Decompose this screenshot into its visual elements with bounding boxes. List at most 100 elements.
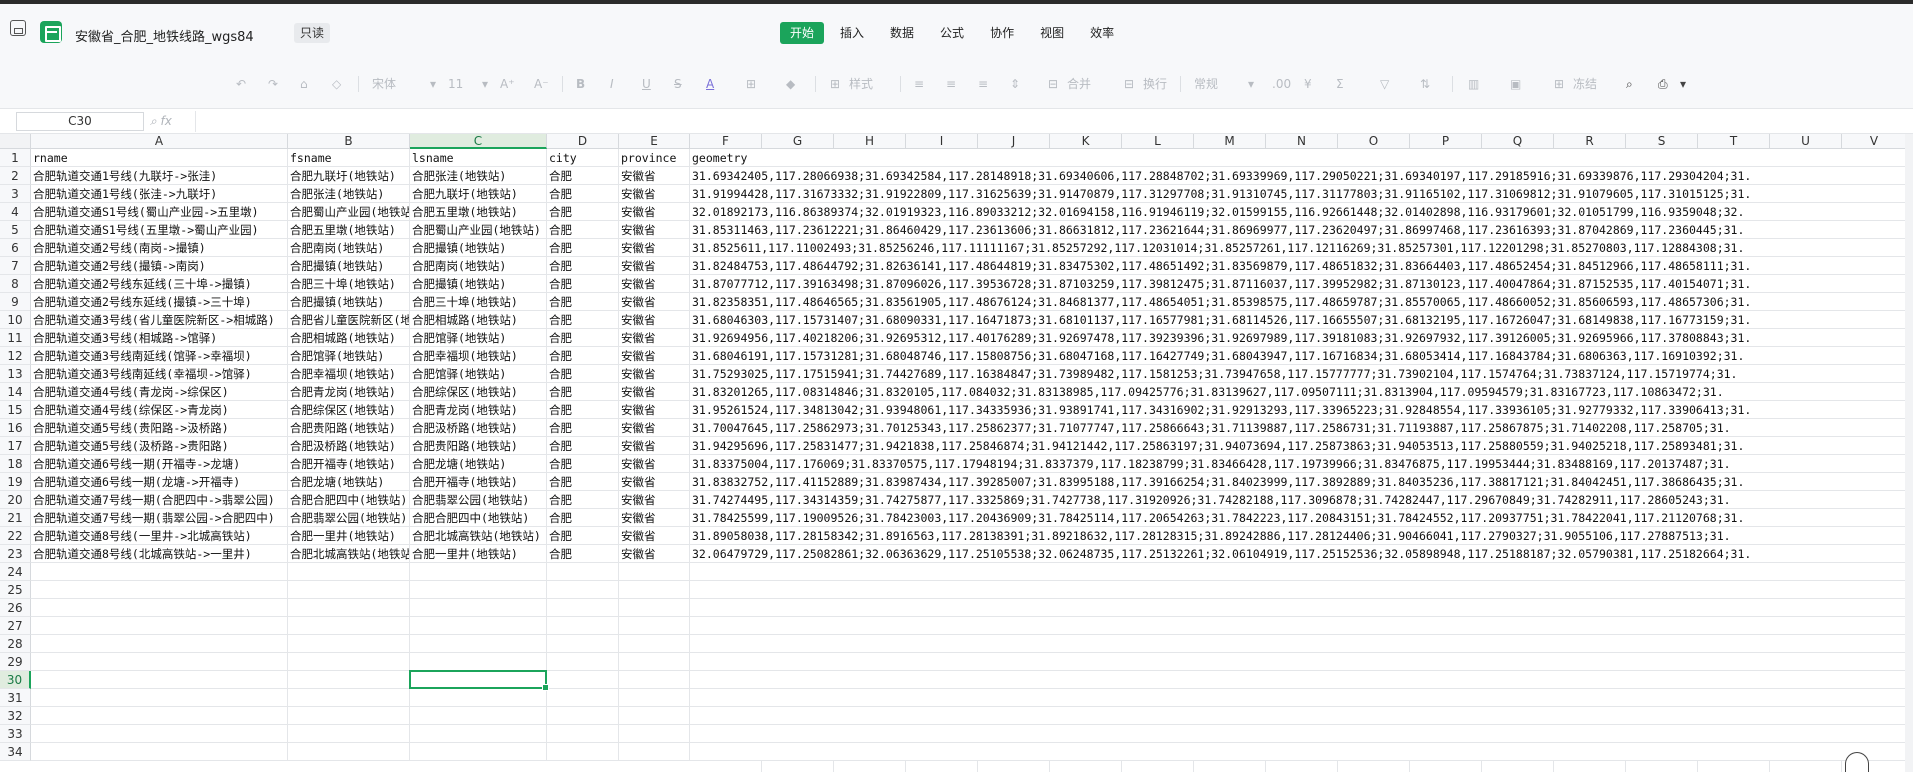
cell[interactable] — [410, 617, 547, 635]
cell[interactable] — [410, 563, 547, 581]
search-icon[interactable]: ⌕ — [1626, 73, 1633, 95]
styles-icon[interactable]: ⊞ — [830, 73, 840, 95]
cell[interactable]: 合肥 — [547, 509, 619, 527]
cell[interactable]: 合肥 — [547, 545, 619, 563]
cell[interactable]: 安徽省 — [619, 329, 690, 347]
cell[interactable] — [619, 707, 690, 725]
cell[interactable]: 安徽省 — [619, 527, 690, 545]
row-header[interactable]: 21 — [0, 509, 31, 527]
cell[interactable]: 合肥相城路(地铁站) — [288, 329, 410, 347]
cell[interactable]: 安徽省 — [619, 203, 690, 221]
cell[interactable] — [31, 599, 288, 617]
cell[interactable]: 合肥综保区(地铁站) — [288, 401, 410, 419]
cell[interactable]: 合肥龙塘(地铁站) — [288, 473, 410, 491]
cell-geometry[interactable] — [690, 671, 1905, 689]
cell[interactable]: 合肥轨道交通8号线(北城高铁站->一里井) — [31, 545, 288, 563]
row-header[interactable]: 3 — [0, 185, 31, 203]
cell-geometry[interactable] — [690, 635, 1905, 653]
cell[interactable]: 合肥轨道交通2号线(南岗->撮镇) — [31, 239, 288, 257]
tab-3[interactable]: 公式 — [930, 22, 974, 44]
column-header-M[interactable]: M — [1194, 134, 1266, 149]
row-header[interactable]: 26 — [0, 599, 31, 617]
cell[interactable] — [288, 617, 410, 635]
tab-6[interactable]: 效率 — [1080, 22, 1124, 44]
cell[interactable]: 合肥轨道交通2号线东延线(撮镇->三十埠) — [31, 293, 288, 311]
cell[interactable]: 合肥轨道交通1号线(九联圩->张洼) — [31, 167, 288, 185]
merge-button[interactable]: 合并 — [1067, 73, 1091, 95]
row-header[interactable]: 15 — [0, 401, 31, 419]
cell[interactable]: 安徽省 — [619, 239, 690, 257]
cell-geometry[interactable]: 32.01892173,116.86389374;32.01919323,116… — [690, 203, 1905, 221]
row-header[interactable]: 2 — [0, 167, 31, 185]
cell-geometry[interactable]: 31.94295696,117.25831477;31.9421838,117.… — [690, 437, 1905, 455]
cell-geometry[interactable]: 31.83201265,117.08314846;31.8320105,117.… — [690, 383, 1905, 401]
cell[interactable]: 合肥撮镇(地铁站) — [410, 239, 547, 257]
cell[interactable] — [31, 671, 288, 689]
cell-geometry[interactable] — [690, 653, 1905, 671]
decrease-font-icon[interactable]: A⁻ — [534, 73, 549, 95]
merge-icon[interactable]: ⊟ — [1048, 73, 1058, 95]
cell[interactable]: 合肥相城路(地铁站) — [410, 311, 547, 329]
column-header-F[interactable]: F — [690, 134, 762, 149]
tab-5[interactable]: 视图 — [1030, 22, 1074, 44]
row-header[interactable]: 14 — [0, 383, 31, 401]
column-header-L[interactable]: L — [1122, 134, 1194, 149]
cell[interactable] — [547, 671, 619, 689]
name-box[interactable]: C30 — [16, 112, 144, 131]
font-color-icon[interactable]: A — [706, 73, 714, 95]
cell[interactable]: 合肥张洼(地铁站) — [410, 167, 547, 185]
cell[interactable]: 合肥 — [547, 347, 619, 365]
column-header-E[interactable]: E — [619, 134, 690, 149]
cell[interactable]: 合肥一里井(地铁站) — [288, 527, 410, 545]
font-name-select[interactable]: 宋体 — [372, 73, 396, 95]
sum-icon[interactable]: Σ — [1336, 73, 1344, 95]
cell[interactable] — [288, 599, 410, 617]
cell[interactable]: 合肥九联圩(地铁站) — [288, 167, 410, 185]
cell[interactable]: 合肥轨道交通S1号线(蜀山产业园->五里墩) — [31, 203, 288, 221]
cell-geometry[interactable]: 31.83832752,117.41152889;31.83987434,117… — [690, 473, 1905, 491]
cell[interactable] — [288, 725, 410, 743]
cell[interactable] — [547, 707, 619, 725]
cell[interactable]: 合肥 — [547, 401, 619, 419]
cell-geometry[interactable]: 32.06479729,117.25082861;32.06363629,117… — [690, 545, 1905, 563]
cell[interactable]: 合肥蜀山产业园(地铁站) — [410, 221, 547, 239]
row-header[interactable]: 22 — [0, 527, 31, 545]
row-header[interactable]: 32 — [0, 707, 31, 725]
cell[interactable]: 合肥南岗(地铁站) — [288, 239, 410, 257]
cell[interactable] — [288, 743, 410, 761]
column-header-H[interactable]: H — [834, 134, 906, 149]
cell[interactable] — [547, 653, 619, 671]
cell[interactable]: 合肥幸福坝(地铁站) — [410, 347, 547, 365]
cell[interactable]: 合肥省儿童医院新区(地铁站) — [288, 311, 410, 329]
cell[interactable]: 合肥 — [547, 473, 619, 491]
select-all-corner[interactable] — [0, 134, 31, 149]
cell[interactable]: 合肥 — [547, 311, 619, 329]
cell[interactable] — [31, 743, 288, 761]
filter-icon[interactable]: ▽ — [1380, 73, 1389, 95]
row-header[interactable]: 28 — [0, 635, 31, 653]
cell[interactable]: 合肥 — [547, 257, 619, 275]
chart-icon[interactable]: ▥ — [1468, 73, 1479, 95]
cell[interactable] — [547, 635, 619, 653]
number-format-select[interactable]: 常规 — [1194, 73, 1218, 95]
cell[interactable]: 安徽省 — [619, 473, 690, 491]
cell[interactable]: 安徽省 — [619, 401, 690, 419]
cell-geometry[interactable]: geometry — [690, 149, 1905, 167]
cell[interactable] — [410, 689, 547, 707]
column-header-P[interactable]: P — [1410, 134, 1482, 149]
row-header[interactable]: 8 — [0, 275, 31, 293]
column-header-Q[interactable]: Q — [1482, 134, 1554, 149]
cell[interactable] — [410, 707, 547, 725]
cell-geometry[interactable]: 31.85311463,117.23612221;31.86460429,117… — [690, 221, 1905, 239]
cell[interactable]: 合肥北城高铁站(地铁站) — [288, 545, 410, 563]
row-header[interactable]: 27 — [0, 617, 31, 635]
cell[interactable] — [619, 653, 690, 671]
row-header[interactable]: 10 — [0, 311, 31, 329]
row-header[interactable]: 18 — [0, 455, 31, 473]
sort-icon[interactable]: ⇅ — [1420, 73, 1430, 95]
strikethrough-icon[interactable]: S — [674, 73, 682, 95]
row-header[interactable]: 12 — [0, 347, 31, 365]
decimal-icon[interactable]: .00 — [1272, 73, 1291, 95]
cell-geometry[interactable]: 31.87077712,117.39163498;31.87096026,117… — [690, 275, 1905, 293]
underline-icon[interactable]: U — [642, 73, 651, 95]
